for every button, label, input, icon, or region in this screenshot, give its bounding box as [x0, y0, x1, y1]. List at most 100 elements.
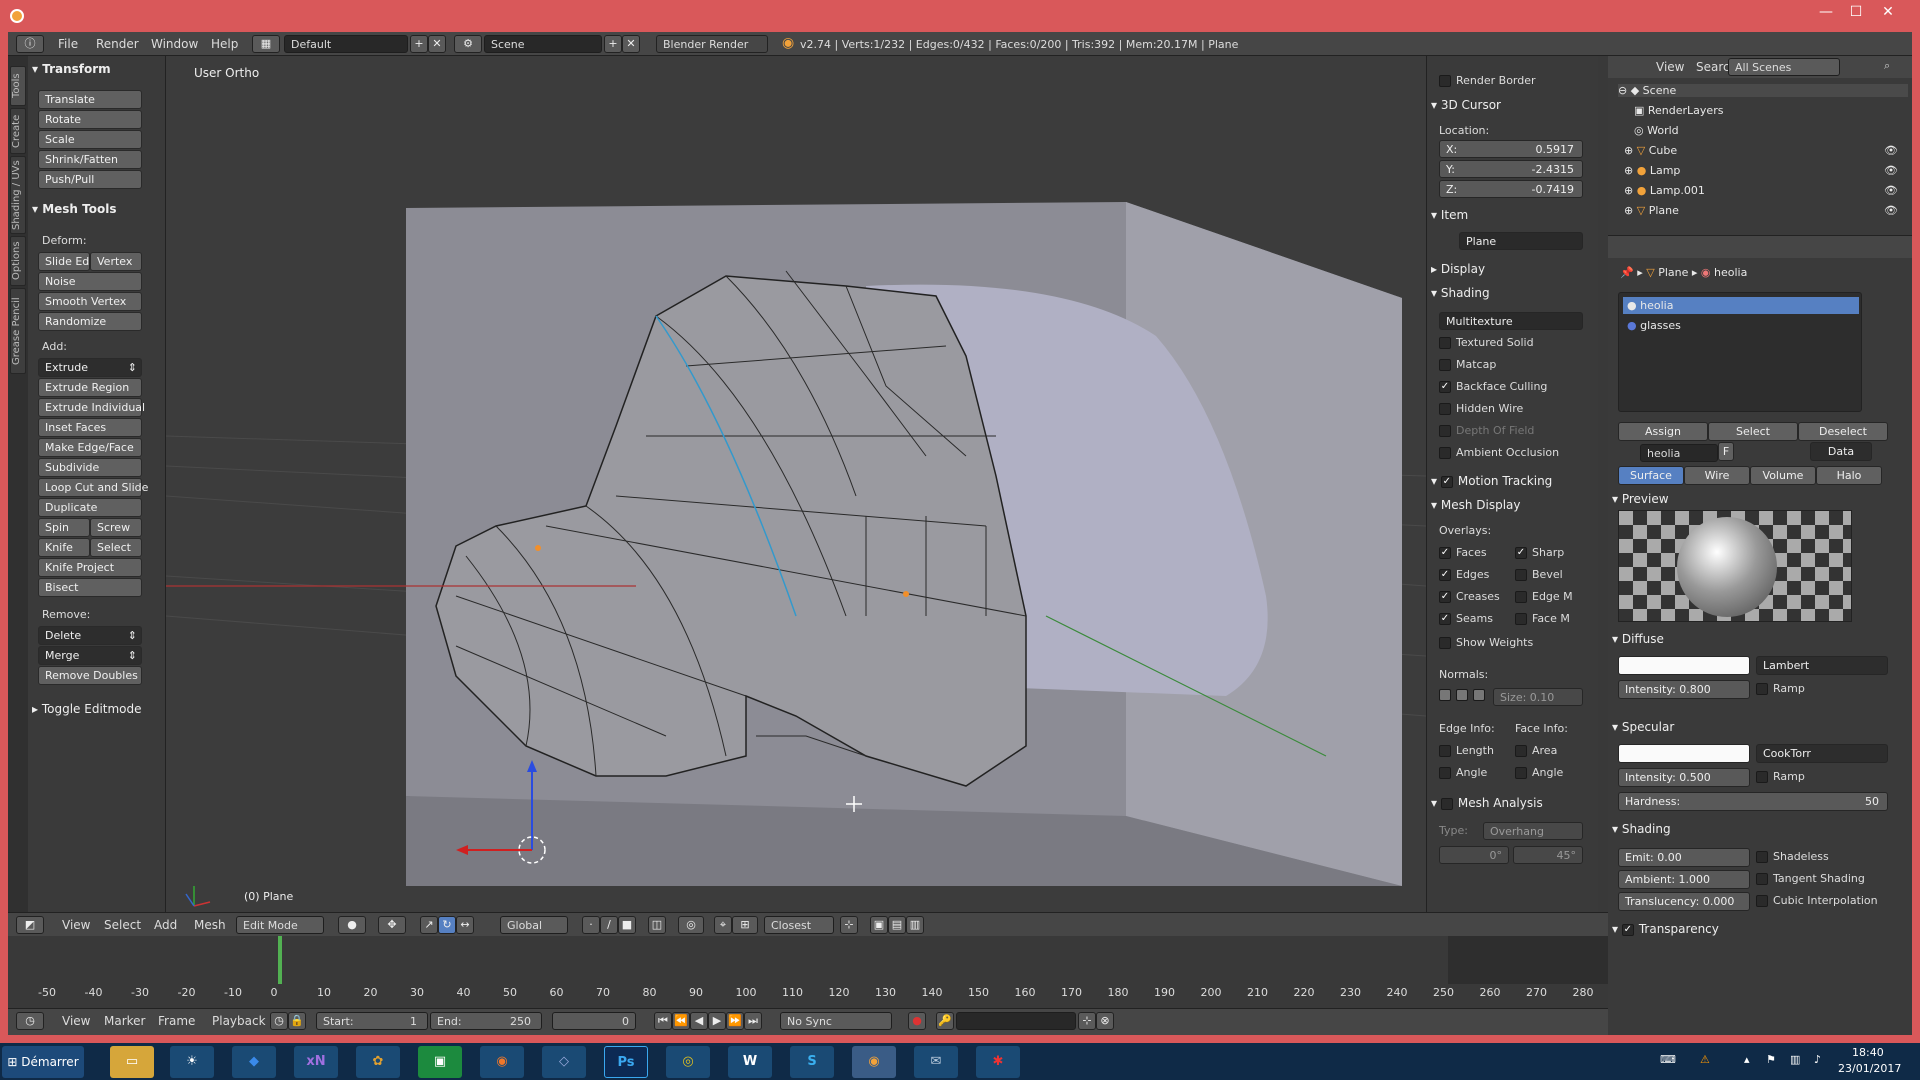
menu-render[interactable]: Render — [96, 37, 139, 51]
pivot-icon[interactable]: ✥ — [378, 916, 406, 934]
material-name-field[interactable]: heolia — [1640, 444, 1718, 462]
cursor-y-field[interactable]: Y: -2.4315 — [1439, 160, 1583, 178]
timeline-marker-menu[interactable]: Marker — [104, 1014, 145, 1028]
add-layout-icon[interactable]: + — [410, 35, 428, 53]
store-icon[interactable]: ▣ — [418, 1046, 462, 1078]
tangent-shading-checkbox[interactable]: Tangent Shading — [1756, 872, 1865, 885]
bisect-button[interactable]: Bisect — [38, 578, 142, 597]
push-pull-button[interactable]: Push/Pull — [38, 170, 142, 189]
mesh-display-panel-header[interactable]: ▾ Mesh Display — [1431, 498, 1520, 512]
delete-dropdown[interactable]: Delete ⇕ — [38, 626, 142, 645]
viewport-canvas[interactable] — [166, 56, 1426, 916]
fake-user-button[interactable]: F — [1718, 442, 1734, 461]
wattpad-icon[interactable]: W — [728, 1046, 772, 1078]
red-app-icon[interactable]: ✱ — [976, 1046, 1020, 1078]
creases-checkbox[interactable]: ✓ Creases — [1439, 590, 1500, 603]
dropbox-icon[interactable]: ◆ — [232, 1046, 276, 1078]
timeline-editor-icon[interactable]: ◷ — [16, 1012, 44, 1030]
depth-of-field-checkbox[interactable]: Depth Of Field — [1439, 424, 1534, 437]
specular-intensity-field[interactable]: Intensity: 0.500 — [1618, 768, 1750, 787]
analysis-type-select[interactable]: Overhang — [1483, 822, 1583, 840]
clock-time[interactable]: 18:40 — [1852, 1046, 1884, 1059]
specular-color-swatch[interactable] — [1618, 744, 1750, 763]
keying-set-icon[interactable]: 🔑 — [936, 1012, 954, 1030]
snap-target-select[interactable]: Closest — [764, 916, 834, 934]
display-panel-header[interactable]: ▸ Display — [1431, 262, 1485, 276]
slot-glasses[interactable]: ● glasses — [1623, 317, 1913, 334]
play-reverse-icon[interactable]: ◀ — [690, 1012, 708, 1030]
render-border-checkbox[interactable]: Render Border — [1439, 74, 1536, 87]
ambient-field[interactable]: Ambient: 1.000 — [1618, 870, 1750, 889]
manipulator-scale-icon[interactable]: ↔ — [456, 916, 474, 934]
normals-buttons[interactable] — [1439, 688, 1490, 701]
properties-context-tabs[interactable] — [1608, 236, 1912, 258]
mesh-analysis-panel-header[interactable]: ▾ Mesh Analysis — [1431, 796, 1543, 810]
smooth-vertex-button[interactable]: Smooth Vertex — [38, 292, 142, 311]
clock-date[interactable]: 23/01/2017 — [1838, 1062, 1901, 1075]
end-frame-field[interactable]: End: 250 — [430, 1012, 542, 1030]
inset-faces-button[interactable]: Inset Faces — [38, 418, 142, 437]
view3d-select-menu[interactable]: Select — [104, 918, 141, 932]
chrome-icon[interactable]: ◎ — [666, 1046, 710, 1078]
outliner-item-lamp001[interactable]: ⊕ ● Lamp.001 👁 — [1624, 184, 1914, 197]
outliner-display-select[interactable]: All Scenes — [1728, 58, 1840, 76]
snap-element-icon[interactable]: ⊞ — [732, 916, 758, 934]
specular-panel-header[interactable]: ▾ Specular — [1612, 720, 1674, 734]
scale-button[interactable]: Scale — [38, 130, 142, 149]
jump-keyframe-forward-icon[interactable]: ⏩ — [726, 1012, 744, 1030]
preview-panel-header[interactable]: ▾ Preview — [1612, 492, 1669, 506]
show-weights-checkbox[interactable]: Show Weights — [1439, 636, 1533, 649]
vlc-icon[interactable]: ☀ — [170, 1046, 214, 1078]
remove-doubles-button[interactable]: Remove Doubles — [38, 666, 142, 685]
outliner-item-world[interactable]: ◎ World — [1634, 124, 1920, 137]
render-opengl-icon[interactable]: ▣ — [870, 916, 888, 934]
diffuse-color-swatch[interactable] — [1618, 656, 1750, 675]
tab-grease-pencil[interactable]: Grease Pencil — [10, 288, 26, 374]
analysis-max-field[interactable]: 45° — [1513, 846, 1583, 864]
shading-mode-icon[interactable]: ● — [338, 916, 366, 934]
view3d-mesh-menu[interactable]: Mesh — [194, 918, 226, 932]
outliner-item-plane[interactable]: ⊕ ▽ Plane 👁 — [1624, 204, 1914, 217]
face-select-icon[interactable]: ■ — [618, 916, 636, 934]
knife-project-button[interactable]: Knife Project — [38, 558, 142, 577]
outliner-item-cube[interactable]: ⊕ ▽ Cube 👁 — [1624, 144, 1914, 157]
extrude-dropdown[interactable]: Extrude ⇕ — [38, 358, 142, 377]
face-marks-checkbox[interactable]: Face M — [1515, 612, 1570, 625]
timeline-editor[interactable]: -50 -40 -30 -20 -10 0 10 20 30 40 50 60 70 80 90 100 110… — [8, 936, 1608, 1035]
slide-edge-button[interactable]: Slide Ed — [38, 252, 90, 271]
motion-tracking-panel-header[interactable]: ▾ ✓ Motion Tracking — [1431, 474, 1552, 488]
minimize-button[interactable]: — — [1814, 4, 1838, 24]
edge-angle-checkbox[interactable]: Angle — [1439, 766, 1487, 779]
diffuse-panel-header[interactable]: ▾ Diffuse — [1612, 632, 1664, 646]
keying-set-field[interactable] — [956, 1012, 1076, 1030]
screw-button[interactable]: Screw — [90, 518, 142, 537]
tab-shading-uvs[interactable]: Shading / UVs — [10, 156, 26, 234]
mesh-tools-panel-header[interactable]: ▾ Mesh Tools — [32, 202, 116, 216]
specular-ramp-checkbox[interactable]: Ramp — [1756, 770, 1805, 783]
vertex-select-icon[interactable]: · — [582, 916, 600, 934]
remove-scene-icon[interactable]: ✕ — [622, 35, 640, 53]
scene-icon[interactable]: ⚙ — [454, 35, 482, 53]
timeline-frame-menu[interactable]: Frame — [158, 1014, 195, 1028]
knife-select-button[interactable]: Select — [90, 538, 142, 557]
item-panel-header[interactable]: ▾ Item — [1431, 208, 1468, 222]
jump-start-icon[interactable]: ⏮ — [654, 1012, 672, 1030]
photoshop-icon[interactable]: Ps — [604, 1046, 648, 1078]
proportional-edit-icon[interactable]: ◎ — [678, 916, 704, 934]
3d-cursor-panel-header[interactable]: ▾ 3D Cursor — [1431, 98, 1501, 112]
layout-field[interactable]: Default — [284, 35, 408, 53]
orientation-select[interactable]: Global — [500, 916, 568, 934]
current-frame-field[interactable]: 0 — [552, 1012, 636, 1030]
3d-viewport[interactable]: User Ortho (0) Plane — [166, 56, 1426, 916]
sequencer-icon[interactable]: ▥ — [906, 916, 924, 934]
current-frame-line[interactable] — [278, 936, 282, 984]
play-icon[interactable]: ▶ — [708, 1012, 726, 1030]
specular-shader-select[interactable]: CookTorr — [1756, 744, 1888, 763]
transparency-panel-header[interactable]: ▾ ✓ Transparency — [1612, 922, 1719, 936]
network-icon[interactable]: ▥ — [1790, 1053, 1800, 1066]
translucency-field[interactable]: Translucency: 0.000 — [1618, 892, 1750, 911]
record-icon[interactable]: ● — [908, 1012, 926, 1030]
link-data-select[interactable]: Data — [1810, 442, 1872, 461]
shadeless-checkbox[interactable]: Shadeless — [1756, 850, 1829, 863]
tray-arrow-icon[interactable]: ▴ — [1744, 1053, 1750, 1066]
